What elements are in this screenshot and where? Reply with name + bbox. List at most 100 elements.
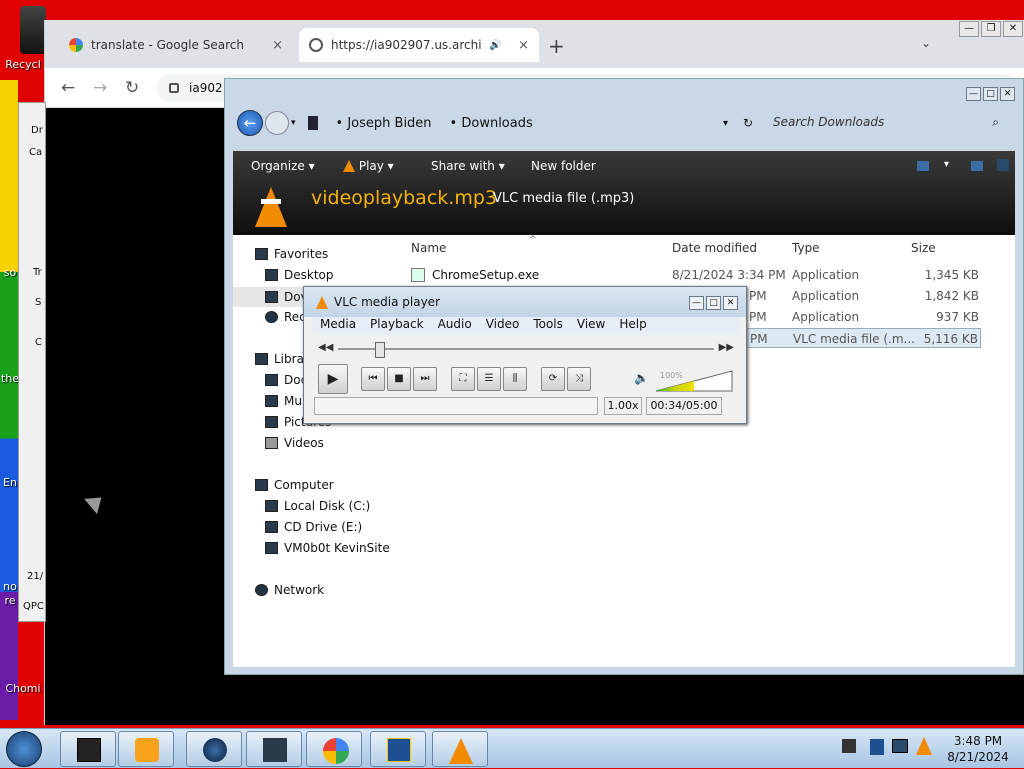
tab-google-search[interactable]: translate - Google Search ×: [59, 28, 293, 62]
menu-tools[interactable]: Tools: [533, 317, 563, 335]
nav-favorites[interactable]: Favorites: [255, 247, 328, 261]
rewind-icon[interactable]: ◀◀: [318, 342, 333, 353]
close-button[interactable]: ✕: [1003, 21, 1023, 37]
speaker-icon[interactable]: 🔊: [489, 40, 501, 51]
file-row[interactable]: ChromeSetup.exe 8/21/2024 3:34 PM Applic…: [411, 265, 981, 285]
seek-track[interactable]: [338, 348, 714, 350]
nav-documents[interactable]: Doc: [265, 373, 307, 387]
nav-cd-drive[interactable]: CD Drive (E:): [265, 520, 362, 534]
breadcrumb-joseph-biden[interactable]: • Joseph Biden: [336, 116, 432, 131]
tab-search-dropdown[interactable]: ⌄: [921, 36, 931, 50]
shuffle-button[interactable]: ⤨: [567, 367, 591, 391]
nav-local-disk[interactable]: Local Disk (C:): [265, 499, 370, 513]
network-icon: [255, 584, 268, 596]
minimize-button[interactable]: —: [689, 296, 704, 310]
address-dropdown-icon[interactable]: ▾: [723, 118, 728, 129]
explorer-address-bar: ← ▾ • Joseph Biden • Downloads ▾ ↻ Searc…: [237, 107, 1013, 139]
search-input[interactable]: Search Downloads: [767, 111, 1003, 135]
close-icon[interactable]: ×: [272, 38, 283, 53]
lock-icon[interactable]: [169, 83, 179, 93]
tray-shield-icon[interactable]: [870, 739, 884, 755]
playlist-button[interactable]: ☰: [477, 367, 501, 391]
column-header-name[interactable]: Name: [411, 241, 446, 255]
nav-music[interactable]: Mu: [265, 394, 302, 408]
desktop-side-label: the: [0, 372, 20, 385]
tray-flag-icon[interactable]: [842, 739, 856, 753]
seek-bar[interactable]: ◀◀ ▶▶: [318, 342, 734, 358]
column-header-size[interactable]: Size: [911, 241, 936, 255]
maximize-button[interactable]: □: [983, 87, 998, 101]
refresh-icon[interactable]: ↻: [743, 116, 753, 130]
play-button[interactable]: Play ▾: [343, 159, 394, 173]
tab-strip: translate - Google Search × https://ia90…: [45, 20, 1024, 68]
forward-button[interactable]: →: [93, 78, 107, 98]
start-button[interactable]: [6, 731, 42, 767]
fullscreen-button[interactable]: ⛶: [451, 367, 475, 391]
time-display[interactable]: 00:34/05:00: [646, 397, 722, 415]
speaker-icon[interactable]: 🔈: [634, 371, 649, 385]
taskbar-clock[interactable]: 3:48 PM 8/21/2024: [938, 733, 1018, 765]
preview-pane-icon[interactable]: [971, 161, 983, 171]
loop-button[interactable]: ⟳: [541, 367, 565, 391]
tray-vlc-icon[interactable]: [916, 737, 932, 755]
view-dropdown-icon[interactable]: ▾: [944, 159, 949, 170]
stop-button[interactable]: ■: [387, 367, 411, 391]
menu-audio[interactable]: Audio: [438, 317, 472, 335]
close-icon[interactable]: ×: [518, 38, 529, 53]
nav-network[interactable]: Network: [255, 583, 324, 597]
taskbar-app-explorer[interactable]: [246, 731, 302, 767]
back-button[interactable]: ←: [61, 78, 75, 98]
tray-network-icon[interactable]: [892, 739, 908, 753]
vlc-title-bar[interactable]: VLC media player — □ ✕: [304, 287, 746, 317]
menu-help[interactable]: Help: [619, 317, 646, 335]
minimize-button[interactable]: —: [966, 87, 981, 101]
organize-button[interactable]: Organize ▾: [251, 159, 315, 173]
recycle-bin-icon[interactable]: [20, 6, 46, 54]
view-icon[interactable]: [917, 161, 929, 171]
breadcrumb-downloads[interactable]: • Downloads: [450, 116, 533, 131]
taskbar-app-network[interactable]: [370, 731, 426, 767]
file-size: 1,842 KB: [924, 289, 979, 303]
search-icon[interactable]: ⌕: [992, 115, 999, 130]
minimize-button[interactable]: —: [959, 21, 979, 37]
taskbar-app-chrome[interactable]: [306, 731, 362, 767]
tab-archive[interactable]: https://ia902907.us.archive.o 🔊 ×: [299, 28, 539, 62]
menu-view[interactable]: View: [577, 317, 605, 335]
seek-handle[interactable]: [375, 342, 386, 358]
playback-speed[interactable]: 1.00x: [604, 397, 642, 415]
share-with-button[interactable]: Share with ▾: [431, 159, 505, 173]
maximize-button[interactable]: ❐: [981, 21, 1001, 37]
menu-media[interactable]: Media: [320, 317, 356, 335]
vlc-cone-icon: [343, 160, 355, 172]
history-dropdown-icon[interactable]: ▾: [291, 118, 296, 128]
taskbar-app-terminal[interactable]: [60, 731, 116, 767]
help-icon[interactable]: [997, 159, 1009, 171]
nav-recent[interactable]: Rec: [265, 310, 306, 324]
close-button[interactable]: ✕: [1000, 87, 1015, 101]
taskbar-app-media-player[interactable]: [118, 731, 174, 767]
reload-button[interactable]: ↻: [125, 78, 139, 98]
nav-desktop[interactable]: Desktop: [265, 268, 334, 282]
computer-icon: [255, 479, 268, 491]
menu-playback[interactable]: Playback: [370, 317, 424, 335]
extended-settings-button[interactable]: ⫼: [503, 367, 527, 391]
new-tab-button[interactable]: +: [548, 34, 565, 58]
forward-arrow-icon[interactable]: [265, 111, 289, 135]
menu-video[interactable]: Video: [486, 317, 520, 335]
new-folder-button[interactable]: New folder: [531, 159, 596, 173]
nav-computer[interactable]: Computer: [255, 478, 334, 492]
taskbar-app-globe[interactable]: [186, 731, 242, 767]
taskbar-app-vlc[interactable]: [432, 731, 488, 767]
nav-libraries[interactable]: Librar: [255, 352, 309, 366]
nav-network-drive[interactable]: VM0b0t KevinSite: [265, 541, 390, 555]
next-button[interactable]: ⏭: [413, 367, 437, 391]
maximize-button[interactable]: □: [706, 296, 721, 310]
back-arrow-icon[interactable]: ←: [237, 110, 263, 136]
play-button[interactable]: ▶: [318, 364, 348, 394]
close-button[interactable]: ✕: [723, 296, 738, 310]
previous-button[interactable]: ⏮: [361, 367, 385, 391]
nav-videos[interactable]: Videos: [265, 436, 324, 450]
column-header-type[interactable]: Type: [792, 241, 820, 255]
column-header-date[interactable]: Date modified: [672, 241, 757, 255]
fast-forward-icon[interactable]: ▶▶: [719, 342, 734, 353]
